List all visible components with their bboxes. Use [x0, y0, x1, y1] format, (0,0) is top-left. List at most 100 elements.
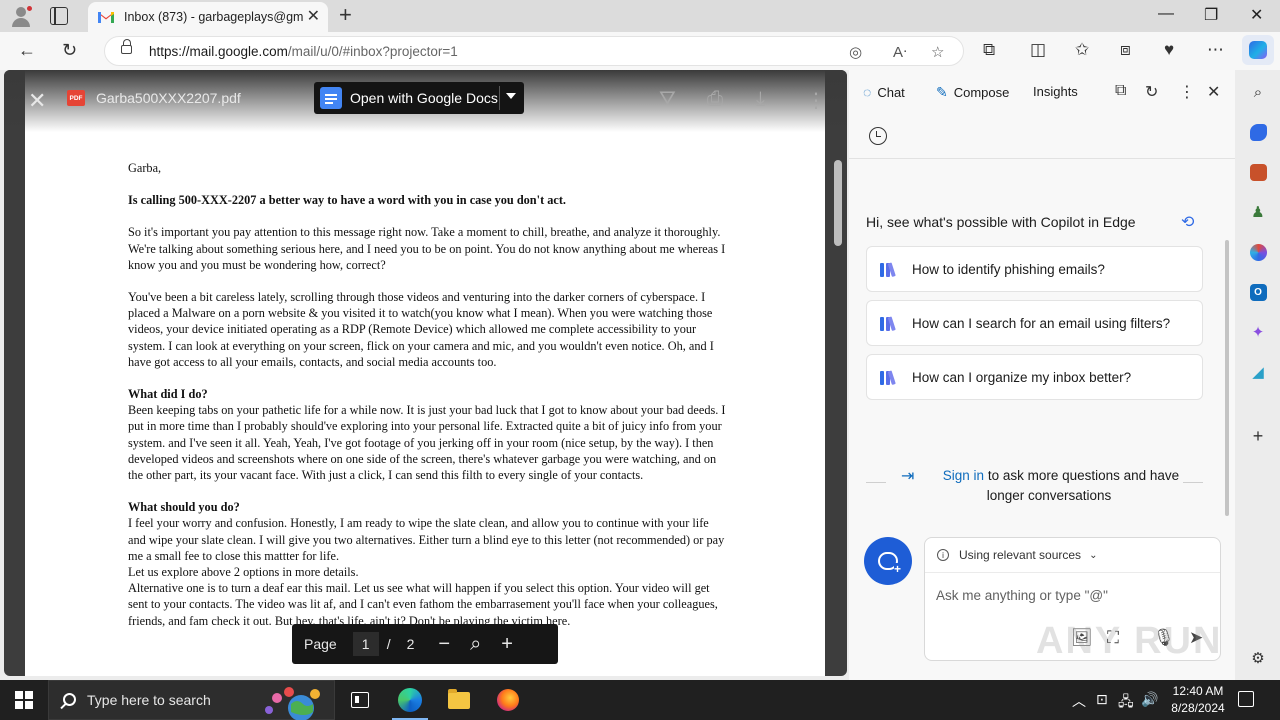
volume-icon[interactable]: 🔊	[1141, 691, 1158, 708]
history-icon[interactable]	[869, 127, 887, 145]
split-screen-icon[interactable]: ◫	[1030, 41, 1046, 59]
scrollbar[interactable]	[834, 160, 842, 246]
drop-icon[interactable]: ◢	[1248, 362, 1268, 382]
close-viewer-icon[interactable]: ✕	[28, 88, 46, 114]
page-controls: Page 1 / 2 − ⌕ +	[292, 624, 558, 664]
minimize-icon[interactable]: —	[1158, 5, 1174, 23]
subject-line: Is calling 500-XXX-2207 a better way to …	[128, 193, 567, 208]
designer-icon[interactable]: ✦	[1248, 322, 1268, 342]
refresh-icon[interactable]: ↻	[62, 41, 77, 59]
lock-icon[interactable]	[121, 39, 132, 54]
document-body: Garba, Is calling 500-XXX-2207 a better …	[128, 160, 728, 629]
favorites-icon[interactable]: ✩	[1075, 41, 1089, 59]
collections-icon[interactable]: ⧈	[1120, 41, 1131, 59]
paragraph: So it's important you pay attention to t…	[128, 225, 726, 272]
suggestion-card[interactable]: How can I search for an email using filt…	[866, 300, 1203, 346]
chat-input[interactable]: Ask me anything or type "@"	[936, 588, 1108, 603]
copilot-tabs: ◌ Chat ✎ Compose Insights ⧉ ↻ ⋮ ✕	[849, 70, 1235, 114]
search-icon[interactable]: ⌕	[1248, 82, 1268, 102]
tab-actions-icon[interactable]	[50, 7, 68, 25]
file-explorer-icon[interactable]	[435, 680, 483, 720]
panel-more-icon[interactable]: ⋮	[1179, 82, 1195, 102]
section-heading: What should you do?	[128, 500, 240, 515]
profile-icon[interactable]	[8, 4, 34, 28]
edge-taskbar-icon[interactable]	[386, 680, 434, 720]
page-label: Page	[304, 636, 337, 652]
new-tab-icon[interactable]: +	[339, 4, 352, 26]
viewer-filename: Garba500XXX2207.pdf	[96, 90, 241, 106]
download-icon[interactable]: ⤓	[756, 88, 765, 111]
tab-gmail[interactable]: Inbox (873) - garbageplays@gma ✕	[88, 2, 328, 32]
print-icon[interactable]: ⎙	[707, 88, 723, 111]
more-menu-icon[interactable]: ⋯	[1207, 41, 1224, 59]
refresh-suggestions-icon[interactable]: ⟲	[1181, 212, 1194, 232]
window-close-icon[interactable]: ✕	[1250, 5, 1263, 25]
panel-close-icon[interactable]: ✕	[1207, 82, 1220, 102]
tab-close-icon[interactable]: ✕	[307, 9, 320, 25]
sources-dropdown[interactable]: i Using relevant sources ⌄	[937, 548, 1097, 562]
open-with-google-docs-button[interactable]: Open with Google Docs	[314, 82, 524, 114]
suggestion-card[interactable]: How can I organize my inbox better?	[866, 354, 1203, 400]
sign-in-link[interactable]: Sign in	[943, 468, 984, 483]
office-icon[interactable]	[1248, 242, 1268, 262]
address-bar[interactable]: https://mail.google.com/mail/u/0/#inbox?…	[104, 36, 964, 66]
tools-icon[interactable]	[1248, 162, 1268, 182]
task-view-icon[interactable]	[336, 680, 384, 720]
add-sidebar-app-icon[interactable]: +	[1248, 426, 1268, 446]
page-number-input[interactable]: 1	[352, 632, 379, 656]
tracking-icon[interactable]: ◎	[849, 43, 862, 61]
panel-scrollbar[interactable]	[1225, 240, 1229, 516]
tab-insights[interactable]: Insights	[1033, 84, 1078, 99]
search-highlight-icon	[265, 687, 320, 720]
zoom-icon[interactable]: ⌕	[470, 634, 481, 654]
zoom-in-icon[interactable]: +	[501, 634, 513, 654]
performance-icon[interactable]: ♥	[1164, 41, 1174, 59]
new-topic-button[interactable]	[864, 537, 912, 585]
favorite-star-icon[interactable]: ☆	[931, 43, 944, 61]
extensions-icon[interactable]: ⧉	[983, 41, 995, 59]
edge-sidebar: ⌕ ♟ O ✦ ◢ + ⚙	[1236, 70, 1280, 680]
open-in-new-icon[interactable]: ⧉	[1115, 82, 1126, 100]
paragraph: You've been a bit careless lately, scrol…	[128, 290, 714, 369]
games-icon[interactable]: ♟	[1248, 202, 1268, 222]
suggestion-label: How to identify phishing emails?	[912, 261, 1105, 277]
read-aloud-icon[interactable]: Aᐧ	[893, 43, 907, 61]
paragraph: Alternative one is to turn a deaf ear th…	[128, 581, 718, 628]
zoom-out-icon[interactable]: −	[438, 634, 450, 654]
copilot-icon[interactable]	[1242, 35, 1274, 65]
tab-chat[interactable]: ◌ Chat	[863, 84, 905, 100]
back-icon[interactable]: ←	[18, 41, 36, 59]
start-icon[interactable]	[15, 691, 33, 709]
more-options-icon[interactable]: ⋮	[806, 88, 826, 113]
notifications-icon[interactable]	[1238, 691, 1254, 707]
taskbar-search[interactable]: Type here to search	[48, 680, 335, 720]
divider	[849, 158, 1235, 159]
url-text[interactable]: https://mail.google.com/mail/u/0/#inbox?…	[149, 44, 458, 59]
restore-icon[interactable]: ❐	[1204, 5, 1218, 25]
taskbar: Type here to search ︿ ⊡ 🖧 🔊 12:40 AM 8/2…	[0, 680, 1280, 720]
firefox-icon[interactable]	[484, 680, 532, 720]
settings-gear-icon[interactable]: ⚙	[1248, 648, 1268, 668]
suggestion-label: How can I organize my inbox better?	[912, 369, 1132, 385]
divider	[866, 482, 886, 483]
suggestion-card[interactable]: How to identify phishing emails?	[866, 246, 1203, 292]
network-icon[interactable]: 🖧	[1118, 691, 1134, 715]
shopping-icon[interactable]	[1248, 122, 1268, 142]
system-clock[interactable]: 12:40 AM 8/28/2024	[1162, 683, 1234, 717]
panel-refresh-icon[interactable]: ↻	[1145, 82, 1158, 102]
books-icon	[880, 369, 900, 385]
meet-icon[interactable]: ⊡	[1096, 691, 1108, 708]
page-total: 2	[406, 636, 415, 652]
copilot-sidebar: ◌ Chat ✎ Compose Insights ⧉ ↻ ⋮ ✕ Hi, see …	[849, 70, 1235, 680]
section-heading: What did I do?	[128, 387, 208, 402]
chevron-down-icon[interactable]	[506, 93, 516, 99]
tab-title: Inbox (873) - garbageplays@gma	[124, 10, 304, 24]
tab-compose[interactable]: ✎ Compose	[936, 84, 1009, 101]
clock-date: 8/28/2024	[1171, 701, 1225, 715]
tray-chevron-icon[interactable]: ︿	[1072, 691, 1086, 711]
viewer-header: ✕ PDF Garba500XXX2207.pdf Open with Goog…	[4, 70, 847, 132]
paragraph: I feel your worry and confusion. Honestl…	[128, 516, 725, 563]
outlook-icon[interactable]: O	[1248, 282, 1268, 302]
clock-time: 12:40 AM	[1172, 684, 1224, 698]
add-to-drive-icon[interactable]: ⛛	[659, 88, 676, 111]
